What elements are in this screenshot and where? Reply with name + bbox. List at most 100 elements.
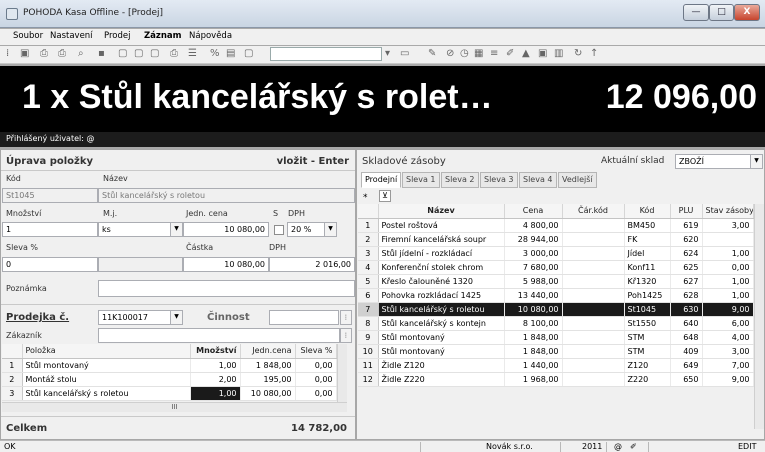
paste-icon[interactable]: ▢ bbox=[150, 48, 159, 59]
dropdown-icon[interactable]: ▾ bbox=[385, 48, 390, 59]
table-row[interactable]: 1 Stůl montovaný 1,00 1 848,00 0,00 bbox=[2, 358, 337, 373]
chevron-down-icon[interactable]: ▼ bbox=[170, 223, 182, 236]
save-icon[interactable]: ▪ bbox=[98, 48, 105, 59]
calc-icon[interactable]: ▤ bbox=[226, 48, 235, 59]
stack-icon[interactable]: ≡ bbox=[490, 48, 498, 59]
table-row[interactable]: 4 Konferenční stolek chrom 7 680,00 Konf11 6… bbox=[358, 260, 754, 275]
edit-icon[interactable]: ✐ bbox=[506, 48, 514, 59]
print2-icon[interactable]: ⎙ bbox=[170, 48, 178, 59]
tab-sleva3[interactable]: Sleva 3 bbox=[480, 172, 518, 188]
tab-sleva4[interactable]: Sleva 4 bbox=[519, 172, 557, 188]
col-stock-header[interactable]: Stav zásoby bbox=[702, 204, 754, 219]
list-icon[interactable]: ☰ bbox=[188, 48, 197, 59]
tab-sleva1[interactable]: Sleva 1 bbox=[402, 172, 440, 188]
tools-icon[interactable]: ✎ bbox=[428, 48, 436, 59]
search-icon[interactable]: ⌕ bbox=[78, 48, 84, 59]
items-horizontal-scrollbar[interactable]: III bbox=[2, 402, 347, 412]
activity-input[interactable] bbox=[269, 310, 339, 325]
table-row[interactable]: 8 Stůl kancelářský s kontejn 8 100,00 St155… bbox=[358, 316, 754, 331]
table-row[interactable]: 1 Postel roštová 4 800,00 BM450 619 3,00 bbox=[358, 218, 754, 233]
print-icon[interactable]: ⎙ bbox=[58, 48, 66, 59]
table-row[interactable]: 10 Stůl montovaný 1 848,00 STM 409 3,00 bbox=[358, 344, 754, 359]
close-button[interactable]: X bbox=[734, 4, 760, 21]
table-row[interactable]: 3 Stůl jídelní - rozkládací 3 000,00 Jídel 6… bbox=[358, 246, 754, 261]
maximize-button[interactable]: □ bbox=[709, 4, 734, 21]
table-row[interactable]: 9 Stůl montovaný 1 848,00 STM 648 4,00 bbox=[358, 330, 754, 345]
link-icon[interactable]: ⊘ bbox=[446, 48, 454, 59]
unit-price-input[interactable]: 10 080,00 bbox=[183, 222, 269, 237]
clock-icon[interactable]: ◷ bbox=[460, 48, 469, 59]
items-vertical-scrollbar[interactable] bbox=[337, 344, 347, 402]
chevron-down-icon[interactable]: ▼ bbox=[170, 311, 182, 324]
window-title: POHODA Kasa Offline - [Prodej] bbox=[23, 8, 164, 18]
s-label: S bbox=[273, 209, 279, 218]
activity-spin-icon[interactable]: ⋮ bbox=[340, 310, 352, 325]
name-field[interactable]: Stůl kancelářský s roletou bbox=[98, 188, 355, 203]
grid-icon[interactable]: ▦ bbox=[474, 48, 483, 59]
col-qty-header[interactable]: Množství bbox=[190, 344, 241, 359]
col-price-header[interactable]: Cena bbox=[504, 204, 563, 219]
menu-soubor[interactable]: Soubor bbox=[13, 31, 43, 41]
doc-icon[interactable]: ▢ bbox=[244, 48, 253, 59]
view-icon[interactable]: ▭ bbox=[400, 48, 409, 59]
menu-napoveda[interactable]: Nápověda bbox=[189, 31, 232, 41]
col-code-header[interactable]: Kód bbox=[624, 204, 671, 219]
chevron-down-icon[interactable]: ▼ bbox=[750, 155, 762, 168]
table-row[interactable]: 12 Židle Z220 1 968,00 Z220 650 9,00 bbox=[358, 372, 754, 387]
col-name-header[interactable]: Název bbox=[378, 204, 505, 219]
tab-vedlejsi[interactable]: Vedlejší bbox=[558, 172, 597, 188]
cell-plu: 650 bbox=[670, 372, 703, 387]
menu-prodej[interactable]: Prodej bbox=[104, 31, 130, 41]
table-row[interactable]: 6 Pohovka rozkládací 1425 13 440,00 Poh1425… bbox=[358, 288, 754, 303]
toolbar-input[interactable] bbox=[270, 47, 382, 61]
chevron-down-icon[interactable]: ▼ bbox=[324, 223, 336, 236]
cell-code: Z220 bbox=[624, 372, 671, 387]
col-plu-header[interactable]: PLU bbox=[670, 204, 703, 219]
cell-name: Postel roštová bbox=[378, 218, 505, 233]
tool-icon[interactable]: ▣ bbox=[20, 48, 29, 59]
quantity-input[interactable]: 1 bbox=[2, 222, 98, 237]
table-row[interactable]: 7 Stůl kancelářský s roletou 10 080,00 St10… bbox=[358, 302, 754, 317]
code-field[interactable]: St1045 bbox=[2, 188, 98, 203]
insert-enter-button[interactable]: vložit - Enter bbox=[277, 156, 349, 167]
amount-field[interactable]: 10 080,00 bbox=[183, 257, 269, 272]
tab-prodejni[interactable]: Prodejní bbox=[361, 172, 402, 188]
minimize-button[interactable]: — bbox=[683, 4, 709, 21]
pin-icon[interactable]: ↑ bbox=[590, 48, 598, 59]
refresh-icon[interactable]: ↻ bbox=[574, 48, 582, 59]
receipt-number-select[interactable]: 11K100017 ▼ bbox=[98, 310, 183, 325]
filter-icon[interactable]: ⊻ bbox=[379, 190, 391, 202]
window-icon[interactable]: ▣ bbox=[538, 48, 547, 59]
table-row[interactable]: 2 Montáž stolu 2,00 195,00 0,00 bbox=[2, 372, 337, 387]
warning-icon[interactable]: ▲ bbox=[522, 48, 530, 59]
table-row[interactable]: 2 Firemní kancelářská soupr 28 944,00 FK 620 bbox=[358, 232, 754, 247]
table-row[interactable]: 5 Křeslo čalouněné 1320 5 988,00 Kř1320 627 1… bbox=[358, 274, 754, 289]
cell-stock: 1,00 bbox=[702, 274, 754, 289]
activity-label: Činnost bbox=[207, 312, 250, 323]
receipt-items-table: Položka Množství Jedn.cena Sleva % 1 Stů… bbox=[2, 344, 337, 401]
discount-input[interactable]: 0 bbox=[2, 257, 98, 272]
warehouse-select[interactable]: ZBOŽÍ ▼ bbox=[675, 154, 763, 169]
vat-amount-field[interactable]: 2 016,00 bbox=[269, 257, 355, 272]
chart-icon[interactable]: ▥ bbox=[554, 48, 563, 59]
tab-sleva2[interactable]: Sleva 2 bbox=[441, 172, 479, 188]
stock-vertical-scrollbar[interactable] bbox=[754, 204, 764, 429]
col-item-header[interactable]: Položka bbox=[22, 344, 191, 359]
new-icon[interactable]: ▢ bbox=[118, 48, 127, 59]
customer-input[interactable] bbox=[98, 328, 340, 343]
col-discount-header[interactable]: Sleva % bbox=[295, 344, 337, 359]
preview-icon[interactable]: ⎙ bbox=[40, 48, 48, 59]
copy-icon[interactable]: ▢ bbox=[134, 48, 143, 59]
menu-zaznam[interactable]: Záznam bbox=[144, 31, 182, 41]
menu-nastaveni[interactable]: Nastavení bbox=[50, 31, 93, 41]
customer-spin-icon[interactable]: ⋮ bbox=[340, 328, 352, 343]
s-checkbox[interactable] bbox=[274, 225, 284, 235]
table-row[interactable]: 11 Židle Z120 1 440,00 Z120 649 7,00 bbox=[358, 358, 754, 373]
table-row[interactable]: 3 Stůl kancelářský s roletou 1,00 10 080… bbox=[2, 386, 337, 401]
note-input[interactable] bbox=[98, 280, 355, 297]
unit-select[interactable]: ks ▼ bbox=[98, 222, 183, 237]
vat-select[interactable]: 20 % ▼ bbox=[287, 222, 337, 237]
col-price-header[interactable]: Jedn.cena bbox=[240, 344, 296, 359]
col-barcode-header[interactable]: Čár.kód bbox=[562, 204, 625, 219]
percent-icon[interactable]: % bbox=[210, 48, 220, 59]
